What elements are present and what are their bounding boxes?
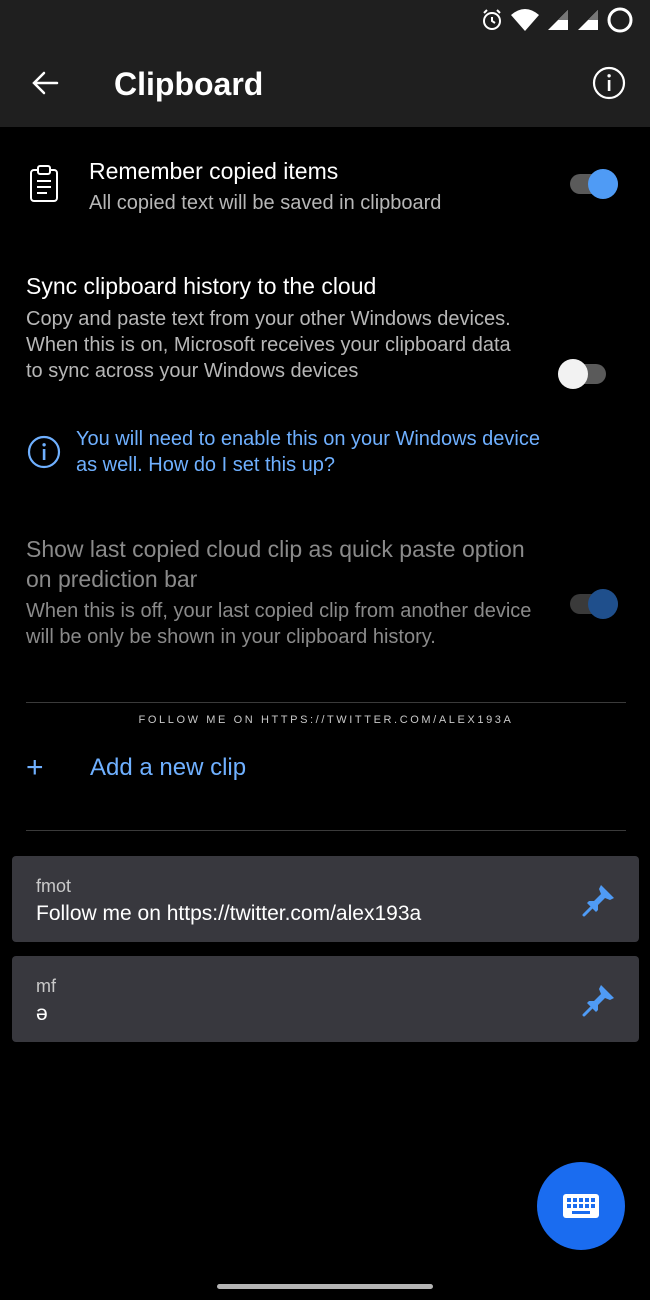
divider xyxy=(26,830,626,831)
watermark-banner: FOLLOW ME ON HTTPS://TWITTER.COM/ALEX193… xyxy=(138,714,514,726)
keyboard-icon xyxy=(563,1194,599,1218)
alarm-icon xyxy=(483,9,501,30)
clip-card[interactable]: fmot Follow me on https://twitter.com/al… xyxy=(12,856,639,942)
setting-title: Remember copied items xyxy=(89,158,339,184)
wifi-icon xyxy=(511,9,539,31)
arrow-left-icon xyxy=(32,71,59,95)
quick-paste-toggle[interactable] xyxy=(570,586,622,620)
sync-setup-link[interactable]: You will need to enable this on your Win… xyxy=(76,426,546,478)
info-button[interactable] xyxy=(586,60,632,106)
divider xyxy=(26,702,626,703)
sync-toggle[interactable] xyxy=(558,356,610,390)
clip-shortcut: mf xyxy=(36,976,56,996)
plus-icon: + xyxy=(26,751,44,784)
clipboard-icon xyxy=(30,165,58,202)
clip-shortcut: fmot xyxy=(36,876,72,896)
page-title: Clipboard xyxy=(114,66,264,102)
clip-card[interactable]: mf ə xyxy=(12,956,639,1042)
pin-icon[interactable] xyxy=(581,882,617,918)
add-clip-button[interactable]: + Add a new clip xyxy=(26,746,426,790)
setting-title: Sync clipboard history to the cloud xyxy=(26,273,377,299)
info-icon xyxy=(592,66,626,100)
setting-description: All copied text will be saved in clipboa… xyxy=(89,192,442,214)
add-clip-label: Add a new clip xyxy=(90,754,247,781)
signal-icon xyxy=(548,10,568,30)
clip-text: ə xyxy=(36,1002,48,1025)
status-bar xyxy=(0,0,650,40)
info-icon xyxy=(27,435,61,469)
back-button[interactable] xyxy=(22,60,68,106)
setting-title: Show last copied cloud clip as quick pas… xyxy=(26,536,525,592)
signal-icon xyxy=(578,10,598,30)
setting-description: When this is off, your last copied clip … xyxy=(26,600,532,648)
clip-text: Follow me on https://twitter.com/alex193… xyxy=(36,902,422,925)
pin-icon[interactable] xyxy=(581,982,617,1018)
keyboard-fab-button[interactable] xyxy=(537,1162,625,1250)
remember-toggle[interactable] xyxy=(570,166,622,200)
setting-description: Copy and paste text from your other Wind… xyxy=(26,308,511,382)
app-bar: Clipboard xyxy=(0,40,650,127)
home-indicator[interactable] xyxy=(217,1284,433,1289)
circle-icon xyxy=(607,7,633,33)
